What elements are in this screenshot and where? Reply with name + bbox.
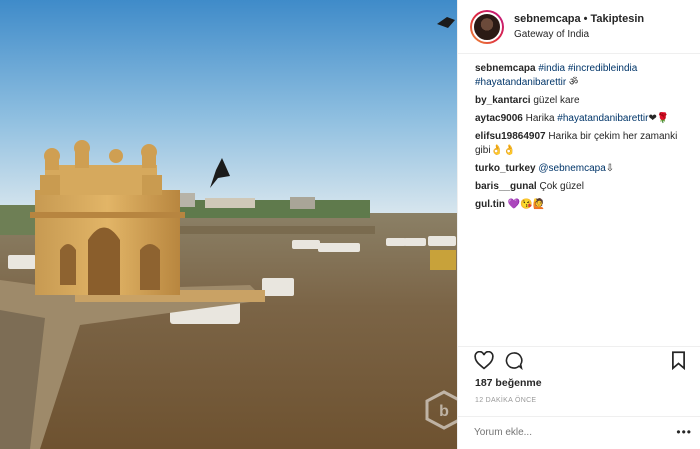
comment-username[interactable]: elifsu19864907 — [475, 131, 546, 142]
comment-icon[interactable] — [504, 351, 523, 370]
post-header: sebnemcapa • Takiptesin Gateway of India — [458, 0, 700, 54]
post-photo[interactable]: b — [0, 0, 457, 449]
comment-username[interactable]: by_kantarci — [475, 95, 531, 106]
action-icons — [474, 351, 692, 373]
comment-mention[interactable]: @sebnemcapa — [538, 163, 605, 174]
list-item: elifsu19864907 Harika bir çekim her zama… — [475, 130, 692, 158]
list-item: baris__gunal Çok güzel — [475, 180, 692, 194]
post-timestamp: 12 DAKİKA ÖNCE — [475, 397, 537, 404]
comment-username[interactable]: turko_turkey — [475, 163, 536, 174]
comment-text: Harika — [525, 113, 555, 124]
comment-emoji: 💜😘🙋 — [507, 199, 546, 210]
heart-icon[interactable] — [474, 351, 494, 370]
list-item: aytac9006 Harika #hayatandanibarettir❤🌹 — [475, 112, 692, 126]
list-item: by_kantarci güzel kare — [475, 94, 692, 108]
follow-status[interactable]: Takiptesin — [591, 13, 645, 25]
watermark-icon: b — [425, 390, 457, 430]
comment-text: Çok güzel — [539, 181, 584, 192]
comment-emoji: ⇩ — [605, 163, 615, 174]
likes-count[interactable]: 187 beğenme — [475, 377, 542, 389]
svg-text:b: b — [439, 403, 449, 420]
caption-username[interactable]: sebnemcapa — [475, 63, 536, 74]
divider — [458, 346, 700, 347]
gateway-of-india-photo — [0, 0, 457, 449]
list-item: gul.tin 💜😘🙋 — [475, 198, 692, 212]
location-link[interactable]: Gateway of India — [514, 28, 644, 42]
comment-hashtag[interactable]: #hayatandanibarettir — [557, 113, 648, 124]
caption-suffix: ॐ — [568, 77, 579, 88]
comment-input[interactable] — [474, 427, 654, 438]
bookmark-icon[interactable] — [671, 351, 686, 370]
comment-username[interactable]: baris__gunal — [475, 181, 537, 192]
comment-text: güzel kare — [533, 95, 580, 106]
comment-username[interactable]: gul.tin — [475, 199, 505, 210]
comment-bar: ••• — [458, 416, 700, 449]
avatar[interactable] — [470, 9, 504, 44]
header-username[interactable]: sebnemcapa — [514, 13, 581, 25]
comment-emoji: ❤🌹 — [648, 113, 670, 124]
comment-username[interactable]: aytac9006 — [475, 113, 523, 124]
post-sidebar: sebnemcapa • Takiptesin Gateway of India s… — [457, 0, 700, 449]
list-item: turko_turkey @sebnemcapa⇩ — [475, 162, 692, 176]
caption: sebnemcapa #india #incredibleindia #haya… — [475, 62, 692, 90]
more-options-button[interactable]: ••• — [676, 425, 692, 439]
comments-list: sebnemcapa #india #incredibleindia #haya… — [475, 62, 692, 216]
separator-dot: • — [583, 12, 588, 25]
